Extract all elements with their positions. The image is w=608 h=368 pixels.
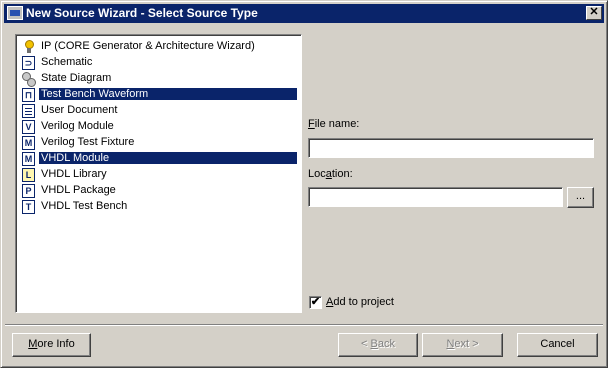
next-button[interactable]: Next > bbox=[422, 333, 503, 357]
list-item-label: User Document bbox=[41, 104, 118, 116]
title-bar[interactable]: New Source Wizard - Select Source Type ✕ bbox=[4, 4, 604, 23]
list-item-label: Verilog Module bbox=[41, 120, 114, 132]
vhdl-package-icon: P bbox=[22, 184, 35, 198]
waveform-icon: ⊓ bbox=[22, 88, 35, 102]
ip-bulb-icon bbox=[22, 40, 35, 54]
back-label-rest: ack bbox=[377, 338, 395, 350]
state-diagram-icon bbox=[22, 72, 36, 87]
list-item-label: VHDL Test Bench bbox=[41, 200, 128, 212]
back-prefix: < bbox=[361, 338, 371, 350]
next-label-rest: ext > bbox=[454, 338, 479, 350]
source-type-list[interactable]: IP (CORE Generator & Architecture Wizard… bbox=[15, 34, 302, 313]
list-item-label: VHDL Library bbox=[41, 168, 107, 180]
separator bbox=[5, 324, 603, 326]
close-icon: ✕ bbox=[589, 6, 599, 18]
verilog-icon: V bbox=[22, 120, 35, 134]
list-item-schematic[interactable]: ⊃ Schematic bbox=[20, 55, 300, 71]
file-name-label-rest: ile name: bbox=[314, 118, 360, 130]
browse-button[interactable]: ... bbox=[567, 187, 594, 208]
back-accel: B bbox=[370, 338, 378, 350]
list-item-label: Test Bench Waveform bbox=[39, 88, 297, 100]
list-item-label: Schematic bbox=[41, 56, 93, 68]
location-field[interactable] bbox=[308, 187, 563, 207]
new-source-wizard-window: New Source Wizard - Select Source Type ✕… bbox=[0, 0, 608, 368]
file-name-field[interactable] bbox=[308, 138, 594, 158]
more-info-label-rest: ore Info bbox=[37, 338, 75, 350]
vhdl-testbench-icon: T bbox=[22, 200, 35, 214]
file-name-accel: F bbox=[308, 118, 315, 130]
location-label-prefix: Loc bbox=[308, 168, 326, 180]
location-label: Location: bbox=[308, 168, 353, 180]
app-icon bbox=[7, 6, 23, 20]
window-title: New Source Wizard - Select Source Type bbox=[26, 6, 258, 20]
list-item-label: VHDL Module bbox=[39, 152, 297, 164]
list-item-vhdl-module[interactable]: M VHDL Module bbox=[20, 151, 300, 167]
list-item-verilog-test-fixture[interactable]: M Verilog Test Fixture bbox=[20, 135, 300, 151]
list-item-ip[interactable]: IP (CORE Generator & Architecture Wizard… bbox=[20, 39, 300, 55]
list-item-vhdl-package[interactable]: P VHDL Package bbox=[20, 183, 300, 199]
list-item-label: IP (CORE Generator & Architecture Wizard… bbox=[41, 40, 255, 52]
add-to-project-label[interactable]: Add to project bbox=[326, 296, 394, 308]
list-item-label: Verilog Test Fixture bbox=[41, 136, 135, 148]
add-to-project-label-rest: dd to project bbox=[333, 296, 394, 308]
list-item-vhdl-test-bench[interactable]: T VHDL Test Bench bbox=[20, 199, 300, 215]
file-name-label: File name: bbox=[308, 118, 359, 130]
vhdl-library-icon: L bbox=[22, 168, 35, 182]
verilog-fixture-icon: M bbox=[22, 136, 35, 150]
vhdl-module-icon: M bbox=[22, 152, 35, 166]
add-to-project-checkbox[interactable]: ✔ bbox=[309, 296, 322, 309]
schematic-icon: ⊃ bbox=[22, 56, 35, 70]
list-item-state-diagram[interactable]: State Diagram bbox=[20, 71, 300, 87]
more-info-button[interactable]: More Info bbox=[12, 333, 91, 357]
document-icon bbox=[22, 104, 35, 118]
list-item-label: State Diagram bbox=[41, 72, 112, 84]
cancel-button[interactable]: Cancel bbox=[517, 333, 598, 357]
location-label-rest: tion: bbox=[331, 168, 353, 180]
list-item-verilog-module[interactable]: V Verilog Module bbox=[20, 119, 300, 135]
close-button[interactable]: ✕ bbox=[586, 6, 602, 20]
list-item-user-document[interactable]: User Document bbox=[20, 103, 300, 119]
list-item-vhdl-library[interactable]: L VHDL Library bbox=[20, 167, 300, 183]
list-item-label: VHDL Package bbox=[41, 184, 116, 196]
list-item-test-bench-waveform[interactable]: ⊓ Test Bench Waveform bbox=[20, 87, 300, 103]
back-button[interactable]: < Back bbox=[338, 333, 418, 357]
